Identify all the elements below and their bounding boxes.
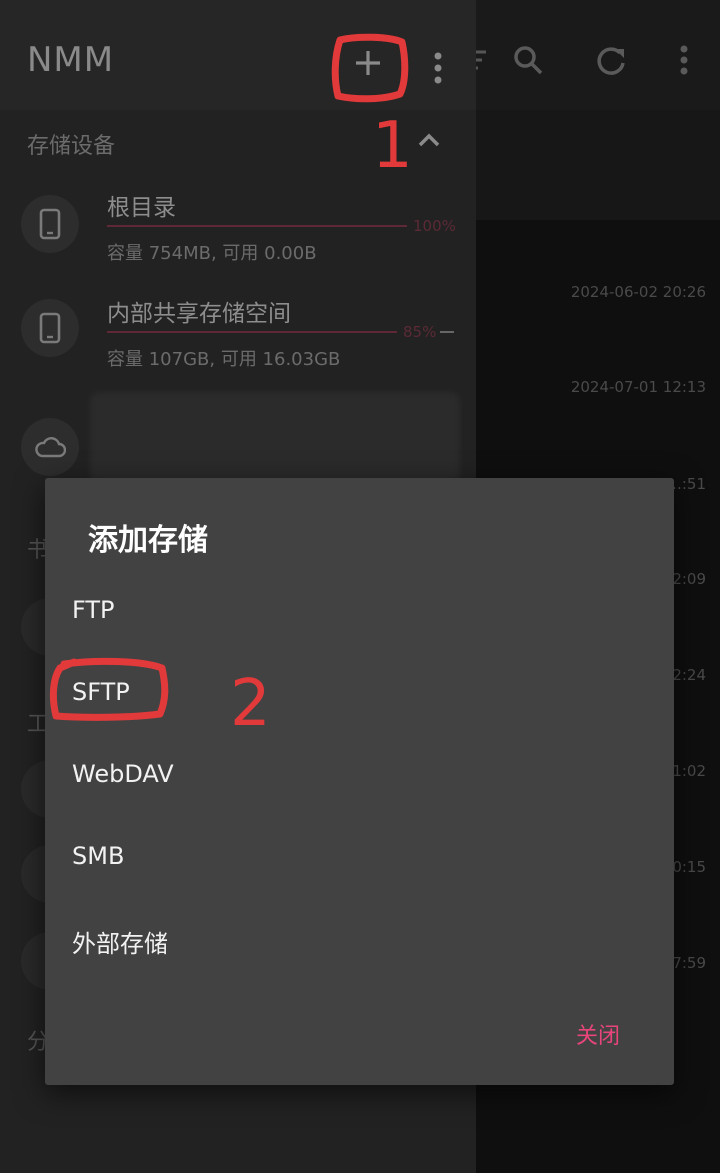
storage-item-root[interactable]: 根目录 100% 容量 754MB, 可用 0.00B — [0, 180, 476, 280]
step-number-1: 1 — [372, 109, 413, 183]
add-storage-dialog: 添加存储 FTP SFTP WebDAV SMB 外部存储 关闭 — [45, 478, 674, 1085]
collapse-button[interactable] — [412, 124, 446, 158]
file-date: 2024-06-02 20:26 — [570, 283, 706, 301]
overflow-menu-icon[interactable] — [664, 40, 704, 80]
add-storage-button[interactable] — [345, 40, 391, 86]
option-external-storage[interactable]: 外部存储 — [72, 924, 168, 959]
storage-percent: 85% — [403, 323, 437, 341]
file-date: 7:59 — [672, 954, 706, 972]
option-ftp[interactable]: FTP — [72, 596, 115, 624]
option-smb[interactable]: SMB — [72, 842, 124, 870]
file-date: 1:02 — [672, 762, 706, 780]
cloud-icon — [21, 418, 79, 476]
file-date: 2:09 — [672, 570, 706, 588]
redacted-storage-item[interactable] — [90, 392, 460, 484]
close-button[interactable]: 关闭 — [576, 1018, 620, 1050]
eject-indicator — [440, 331, 454, 333]
storage-usage-bar — [107, 225, 407, 227]
background-subbar — [476, 110, 720, 220]
storage-info: 容量 754MB, 可用 0.00B — [107, 243, 317, 264]
dialog-title: 添加存储 — [88, 523, 208, 558]
file-date: 0:15 — [672, 858, 706, 876]
drawer-menu-button[interactable] — [424, 46, 452, 90]
file-date: 2024-07-01 12:13 — [570, 378, 706, 396]
storage-usage-bar — [107, 331, 397, 333]
phone-icon — [21, 299, 79, 357]
plus-icon — [356, 51, 380, 75]
app-title: NMM — [27, 40, 115, 80]
storage-name: 内部共享存储空间 — [107, 301, 291, 327]
storage-item-internal[interactable]: 内部共享存储空间 85% 容量 107GB, 可用 16.03GB — [0, 286, 476, 386]
refresh-icon[interactable] — [590, 40, 630, 80]
drawer-header: NMM — [0, 0, 476, 110]
chevron-up-icon — [418, 133, 440, 147]
option-webdav[interactable]: WebDAV — [72, 760, 174, 788]
storage-info: 容量 107GB, 可用 16.03GB — [107, 349, 341, 370]
search-icon[interactable] — [508, 40, 548, 80]
option-sftp[interactable]: SFTP — [72, 678, 130, 706]
file-date: 2:24 — [672, 666, 706, 684]
step-number-2: 2 — [230, 667, 271, 741]
storage-name: 根目录 — [107, 195, 176, 221]
storage-percent: 100% — [413, 217, 456, 235]
storage-section-title: 存储设备 — [27, 134, 116, 159]
more-vert-icon — [434, 52, 442, 84]
phone-icon — [21, 195, 79, 253]
